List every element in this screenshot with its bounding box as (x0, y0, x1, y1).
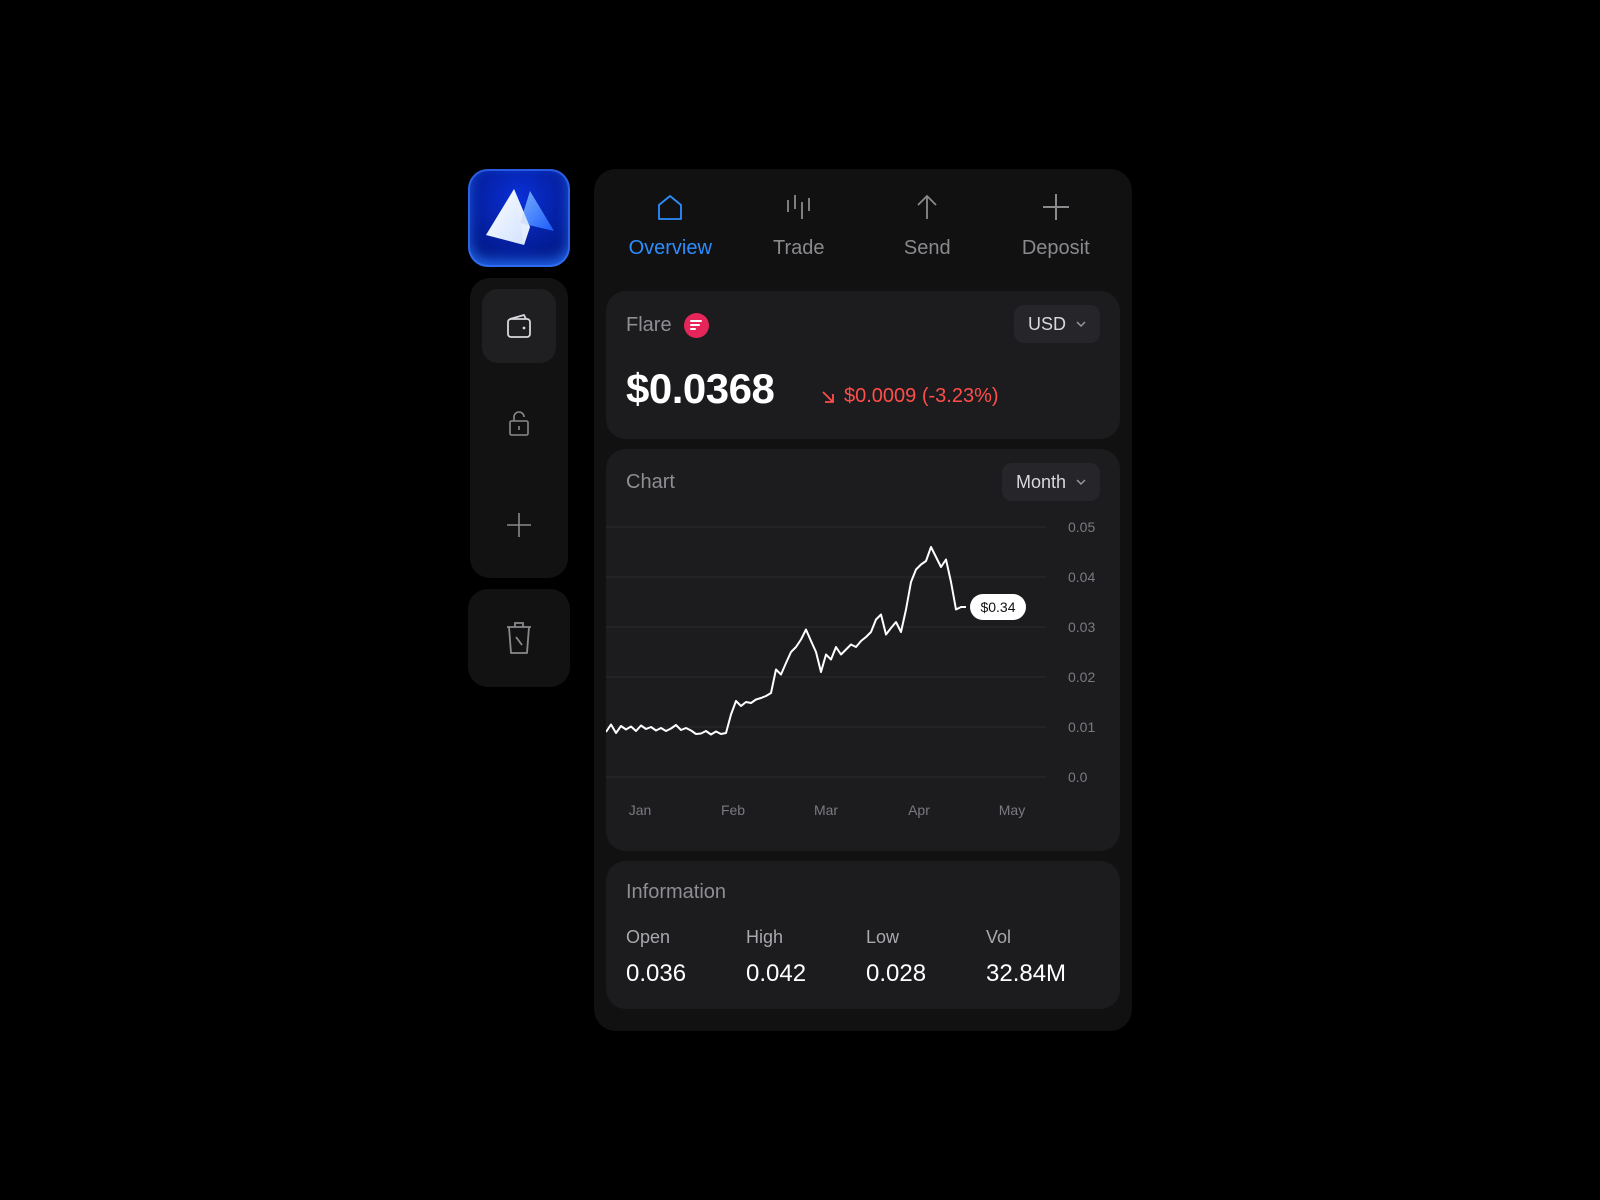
tab-bar: Overview Trade Send Deposit (606, 189, 1120, 269)
asset-name: Flare (626, 314, 672, 336)
stat-value: 0.042 (746, 960, 807, 987)
stat-value: 0.028 (866, 960, 927, 987)
tab-send[interactable]: Send (863, 189, 992, 269)
chevron-down-icon (1076, 321, 1086, 327)
sidebar-item-unlock[interactable] (482, 386, 556, 460)
stat-open: Open 0.036 (626, 927, 746, 988)
tab-overview[interactable]: Overview (606, 189, 735, 269)
app-logo[interactable] (468, 169, 570, 267)
sidebar-item-add[interactable] (482, 488, 556, 562)
chart-card: Chart Month 0.0 0.01 0.02 0.03 0.04 0.05 Jan Fe… (606, 449, 1120, 851)
tab-label: Deposit (1021, 237, 1090, 259)
price-change: $0.0009 (-3.23%) (820, 385, 999, 408)
information-card: Information Open 0.036 High 0.042 Low 0.… (606, 861, 1120, 1009)
chart-title: Chart (626, 471, 675, 493)
stat-label: Vol (986, 927, 1012, 947)
main-panel: Overview Trade Send Deposit Flare USD $0… (594, 169, 1132, 1031)
wallet-icon (507, 314, 531, 338)
tab-deposit[interactable]: Deposit (992, 189, 1121, 269)
y-tick-label: 0.03 (1068, 619, 1095, 635)
price-line (606, 546, 966, 736)
arrow-up-icon (917, 194, 937, 219)
tab-label: Overview (628, 237, 712, 259)
unlock-icon (509, 411, 529, 436)
stat-value: 0.036 (626, 960, 687, 987)
currency-value: USD (1027, 313, 1066, 334)
x-tick-label: Mar (814, 802, 838, 818)
chevron-down-icon (1076, 479, 1086, 485)
stat-value: 32.84M (986, 960, 1067, 987)
price-change-value: $0.0009 (-3.23%) (844, 385, 999, 407)
trash-icon (507, 622, 531, 654)
stat-label: Low (866, 927, 900, 947)
candles-icon (786, 195, 810, 219)
sidebar-rail (470, 278, 568, 578)
y-tick-label: 0.02 (1068, 669, 1095, 685)
plus-icon (507, 513, 531, 537)
x-tick-label: Apr (908, 802, 930, 818)
stat-vol: Vol 32.84M (986, 927, 1106, 988)
information-title: Information (626, 881, 727, 903)
x-tick-label: May (999, 802, 1025, 818)
stat-high: High 0.042 (746, 927, 866, 988)
stat-label: High (746, 927, 784, 947)
tab-label: Trade (772, 237, 825, 259)
current-price: $0.0368 (626, 365, 775, 412)
y-tick-label: 0.01 (1068, 719, 1095, 735)
sidebar-item-trash[interactable] (468, 589, 570, 687)
period-value: Month (1015, 471, 1066, 492)
tab-label: Send (903, 237, 951, 259)
logo-mark-icon (486, 189, 554, 245)
period-dropdown[interactable]: Month (1001, 463, 1100, 501)
flare-coin-icon (683, 313, 709, 338)
x-tick-label: Feb (721, 802, 745, 818)
stat-label: Open (626, 927, 671, 947)
tab-trade[interactable]: Trade (735, 189, 864, 269)
arrow-down-right-icon (822, 390, 834, 403)
x-tick-label: Jan (629, 802, 652, 818)
stat-low: Low 0.028 (866, 927, 986, 988)
home-icon (658, 195, 683, 220)
y-tick-label: 0.05 (1068, 519, 1095, 535)
sidebar-item-wallet[interactable] (482, 289, 556, 363)
price-card: Flare USD $0.0368 $0.0009 (-3.23%) (606, 291, 1120, 439)
y-tick-label: 0.04 (1068, 569, 1095, 585)
price-chart[interactable]: 0.0 0.01 0.02 0.03 0.04 0.05 Jan Feb Mar Apr May $0… (606, 509, 1120, 849)
current-value-label: $0.34 (980, 599, 1015, 615)
y-tick-label: 0.0 (1068, 769, 1088, 785)
plus-icon (1042, 194, 1069, 220)
stats-grid: Open 0.036 High 0.042 Low 0.028 Vol 32.8… (626, 927, 1106, 988)
currency-dropdown[interactable]: USD (1013, 305, 1100, 343)
